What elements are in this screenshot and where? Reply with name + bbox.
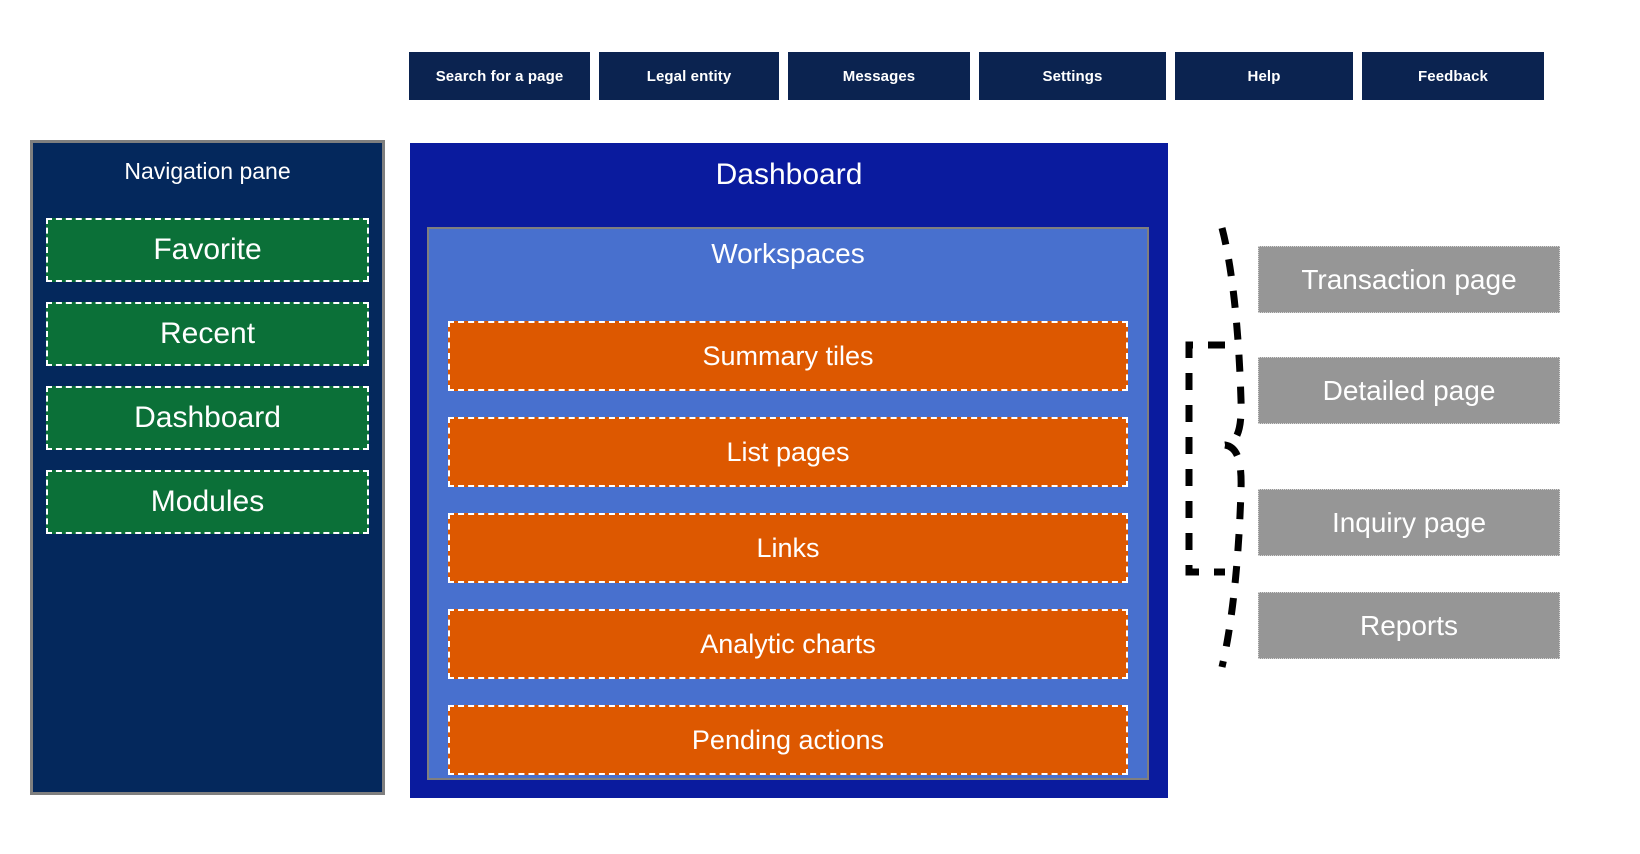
- search-for-a-page-label: Search for a page: [435, 67, 564, 85]
- tile-list-pages[interactable]: List pages: [448, 417, 1128, 487]
- legal-entity-label: Legal entity: [646, 67, 732, 85]
- page-target-label: Detailed page: [1322, 374, 1496, 406]
- navigation-pane-items: Favorite Recent Dashboard Modules: [33, 218, 382, 534]
- tile-label: Summary tiles: [702, 340, 874, 371]
- dashboard-panel: Dashboard Workspaces Summary tiles List …: [410, 143, 1168, 798]
- tile-label: Analytic charts: [700, 628, 876, 659]
- tile-pending-actions[interactable]: Pending actions: [448, 705, 1128, 775]
- tile-label: Links: [756, 532, 820, 563]
- sidebar-item-label: Recent: [159, 317, 256, 350]
- help-label: Help: [1247, 67, 1281, 85]
- page-target-transaction-page[interactable]: Transaction page: [1258, 246, 1560, 313]
- sidebar-item-dashboard[interactable]: Dashboard: [46, 386, 369, 450]
- legal-entity-button[interactable]: Legal entity: [599, 52, 779, 100]
- settings-label: Settings: [1042, 67, 1103, 85]
- page-target-detailed-page[interactable]: Detailed page: [1258, 357, 1560, 424]
- page-target-reports[interactable]: Reports: [1258, 592, 1560, 659]
- tile-label: Pending actions: [691, 724, 885, 755]
- workspaces-tile-list: Summary tiles List pages Links Analytic …: [448, 321, 1128, 775]
- sidebar-item-label: Favorite: [153, 233, 262, 266]
- settings-button[interactable]: Settings: [979, 52, 1166, 100]
- messages-label: Messages: [842, 67, 916, 85]
- feedback-button[interactable]: Feedback: [1362, 52, 1544, 100]
- help-button[interactable]: Help: [1175, 52, 1353, 100]
- tile-summary-tiles[interactable]: Summary tiles: [448, 321, 1128, 391]
- sidebar-item-recent[interactable]: Recent: [46, 302, 369, 366]
- top-navigation-bar: Search for a page Legal entity Messages …: [409, 52, 1544, 100]
- search-for-a-page-button[interactable]: Search for a page: [409, 52, 590, 100]
- page-target-label: Transaction page: [1301, 263, 1517, 295]
- tile-label: List pages: [726, 436, 850, 467]
- workspaces-box: Workspaces Summary tiles List pages Link…: [427, 227, 1149, 780]
- sidebar-item-modules[interactable]: Modules: [46, 470, 369, 534]
- workspaces-title: Workspaces: [711, 238, 865, 269]
- feedback-label: Feedback: [1418, 67, 1488, 85]
- navigation-pane: Navigation pane Favorite Recent Dashboar…: [30, 140, 385, 795]
- sidebar-item-label: Modules: [150, 485, 265, 518]
- dashboard-title: Dashboard: [715, 158, 863, 191]
- diagram-canvas: Search for a page Legal entity Messages …: [0, 0, 1640, 854]
- page-target-inquiry-page[interactable]: Inquiry page: [1258, 489, 1560, 556]
- sidebar-item-label: Dashboard: [134, 401, 281, 434]
- messages-button[interactable]: Messages: [788, 52, 970, 100]
- curly-brace-icon: [1185, 227, 1245, 668]
- navigation-pane-title: Navigation pane: [124, 158, 291, 184]
- page-target-label: Inquiry page: [1331, 506, 1487, 538]
- sidebar-item-favorite[interactable]: Favorite: [46, 218, 369, 282]
- tile-analytic-charts[interactable]: Analytic charts: [448, 609, 1128, 679]
- curly-brace-connector: [1175, 215, 1265, 685]
- page-target-label: Reports: [1359, 609, 1459, 641]
- tile-links[interactable]: Links: [448, 513, 1128, 583]
